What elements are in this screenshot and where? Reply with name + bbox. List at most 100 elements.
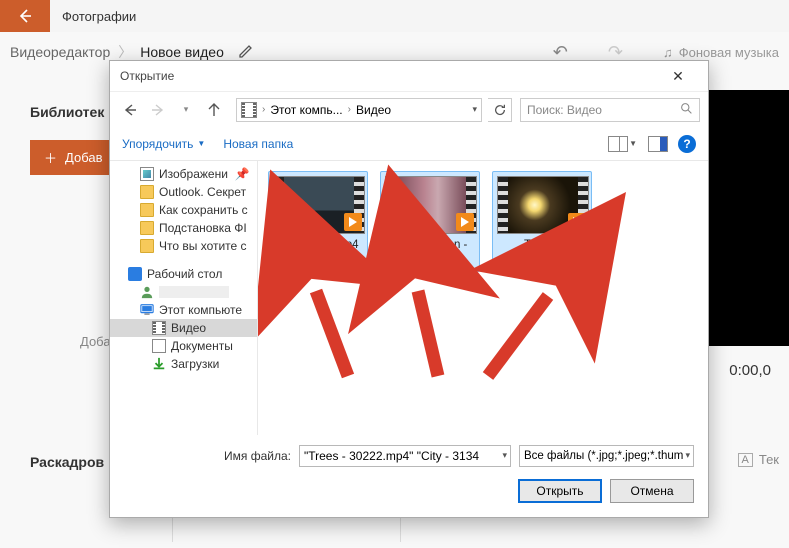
back-button[interactable] (0, 0, 50, 32)
chevron-right-icon: › (346, 104, 353, 115)
open-button[interactable]: Открыть (518, 479, 602, 503)
chevron-down-icon[interactable]: ▾ (502, 450, 507, 461)
tree-item-prep[interactable]: Подстановка ФI (110, 219, 257, 237)
file-thumbnail (385, 176, 477, 234)
tree-item-desktop[interactable]: Рабочий стол (110, 265, 257, 283)
video-preview (709, 90, 789, 346)
path-root[interactable]: Этот компь... (270, 103, 342, 117)
filter-value: Все файлы (*.jpg;*.jpeg;*.thum (524, 450, 683, 462)
arrow-left-icon (17, 8, 33, 24)
app-title: Фотографии (62, 9, 136, 24)
file-name: Conversation - 180.mp4 (385, 238, 475, 267)
arrow-left-icon (122, 102, 138, 118)
play-icon (456, 213, 474, 231)
pc-icon (140, 303, 154, 317)
chevron-right-icon: › (260, 104, 267, 115)
tree-item-howto[interactable]: Как сохранить с (110, 201, 257, 219)
document-icon (152, 339, 166, 353)
filename-input[interactable]: "Trees - 30222.mp4" "City - 3134 ▾ (299, 445, 511, 467)
address-bar[interactable]: › Этот компь... › Видео ▾ (236, 98, 482, 122)
breadcrumb-current[interactable]: Новое видео (140, 44, 224, 60)
close-button[interactable]: ✕ (658, 68, 698, 85)
text-icon: A (738, 453, 753, 467)
background-music-button[interactable]: ♫ Фоновая музыка (663, 45, 779, 60)
filename-value: "Trees - 30222.mp4" "City - 3134 (304, 449, 479, 463)
file-open-dialog: Открытие ✕ ▾ › Этот компь... › Видео ▾ П… (109, 60, 709, 518)
refresh-icon (493, 103, 507, 117)
organize-button[interactable]: Упорядочить ▼ (122, 137, 205, 151)
filename-label: Имя файла: (224, 449, 291, 463)
folder-icon (140, 203, 154, 217)
nav-back-button[interactable] (118, 98, 142, 122)
breadcrumb-root[interactable]: Видеоредактор (10, 44, 110, 60)
arrow-up-icon (206, 102, 222, 118)
arrow-right-icon (150, 102, 166, 118)
nav-forward-button[interactable] (146, 98, 170, 122)
chevron-right-icon: 〉 (118, 42, 132, 62)
view-mode-button[interactable]: ▼ (608, 136, 628, 152)
folder-tree[interactable]: Изображени📌 Outlook. Секрет Как сохранит… (110, 161, 258, 435)
file-filter-select[interactable]: Все файлы (*.jpg;*.jpeg;*.thum ▾ (519, 445, 694, 467)
preview-pane-button[interactable] (648, 136, 668, 152)
refresh-button[interactable] (488, 98, 512, 122)
user-icon (140, 285, 154, 299)
file-item[interactable]: City - 3134.mp4 (268, 171, 368, 272)
help-button[interactable]: ? (678, 135, 696, 153)
music-label: Фоновая музыка (679, 45, 779, 60)
search-icon (680, 102, 693, 118)
text-tool-button[interactable]: A Тек (738, 452, 779, 467)
tree-item-images[interactable]: Изображени📌 (110, 165, 257, 183)
desktop-icon (128, 267, 142, 281)
file-name: City - 3134.mp4 (273, 238, 363, 252)
play-icon (344, 213, 362, 231)
chevron-down-icon: ▼ (197, 139, 205, 148)
dialog-title: Открытие (120, 69, 174, 83)
help-icon: ? (683, 137, 690, 151)
image-icon (140, 167, 154, 181)
file-name: Trees - 30222.mp4 (497, 238, 587, 267)
plus-icon: ＋ (44, 148, 57, 167)
nav-recent-button[interactable]: ▾ (174, 98, 198, 122)
add-button[interactable]: ＋ Добав (30, 140, 116, 175)
storyboard-title: Раскадров (30, 454, 104, 470)
chevron-down-icon[interactable]: ▾ (685, 450, 690, 461)
add-button-label: Добав (65, 150, 102, 165)
file-thumbnail (273, 176, 365, 234)
file-thumbnail (497, 176, 589, 234)
path-folder[interactable]: Видео (356, 103, 391, 117)
tree-item-documents[interactable]: Документы (110, 337, 257, 355)
cancel-button[interactable]: Отмена (610, 479, 694, 503)
tree-item-whatyou[interactable]: Что вы хотите с (110, 237, 257, 255)
video-folder-icon (152, 321, 166, 335)
tree-item-video[interactable]: Видео (110, 319, 257, 337)
tree-item-user[interactable] (110, 283, 257, 301)
chevron-down-icon[interactable]: ▾ (472, 104, 477, 115)
new-folder-button[interactable]: Новая папка (223, 137, 293, 151)
folder-icon (140, 185, 154, 199)
nav-up-button[interactable] (202, 98, 226, 122)
organize-label: Упорядочить (122, 137, 193, 151)
chevron-down-icon: ▾ (184, 104, 189, 115)
new-folder-label: Новая папка (223, 137, 293, 151)
file-item[interactable]: Conversation - 180.mp4 (380, 171, 480, 272)
breadcrumb: Видеоредактор 〉 Новое видео (10, 42, 254, 62)
dialog-titlebar: Открытие ✕ (110, 61, 708, 91)
tree-item-outlook[interactable]: Outlook. Секрет (110, 183, 257, 201)
pin-icon: 📌 (235, 167, 250, 181)
music-note-icon: ♫ (663, 45, 673, 60)
pencil-icon[interactable] (238, 43, 254, 62)
video-folder-icon (241, 102, 257, 118)
play-icon (568, 213, 586, 231)
library-placeholder: Доба (80, 334, 111, 349)
app-header: Фотографии (0, 0, 789, 32)
folder-icon (140, 239, 154, 253)
tree-item-downloads[interactable]: Загрузки (110, 355, 257, 373)
timecode: 0:00,0 (729, 362, 771, 379)
file-item[interactable]: Trees - 30222.mp4 (492, 171, 592, 272)
download-icon (152, 357, 166, 371)
folder-icon (140, 221, 154, 235)
tree-item-thispc[interactable]: Этот компьюте (110, 301, 257, 319)
file-list[interactable]: City - 3134.mp4 Conversation - 180.mp4 T… (258, 161, 708, 435)
search-input[interactable]: Поиск: Видео (520, 98, 700, 122)
text-tool-label: Тек (759, 452, 779, 467)
